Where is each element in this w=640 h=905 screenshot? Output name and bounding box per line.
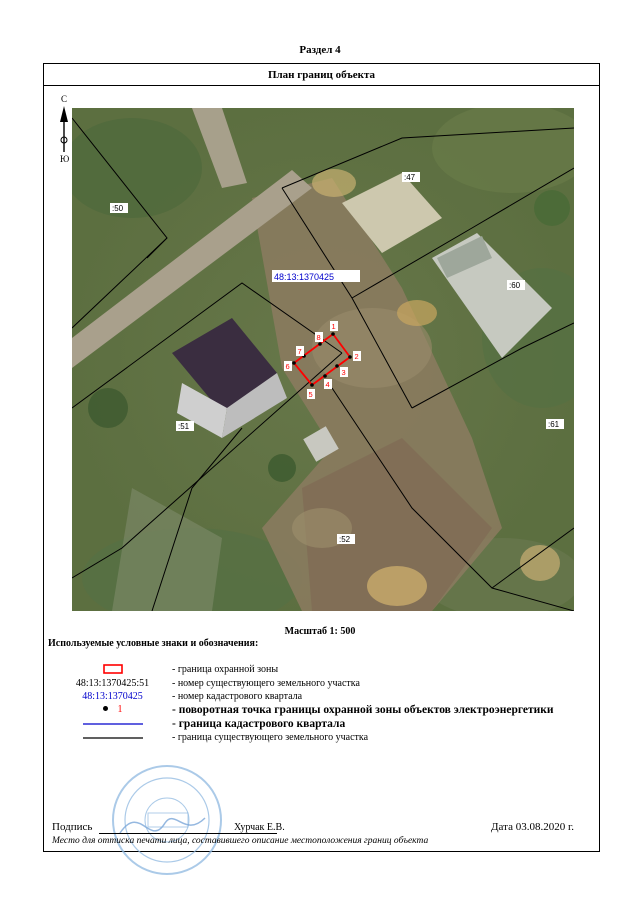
legend-row-block-boundary: - граница кадастрового квартала <box>55 718 595 731</box>
map-scale: Масштаб 1: 500 <box>284 626 356 637</box>
legend-row-parcel-boundary: - граница существующего земельного участ… <box>55 732 595 745</box>
legend-parcel-boundary-symbol <box>55 732 170 745</box>
compass-north-label: С <box>61 94 68 104</box>
legend-zone-desc: - граница охранной зоны <box>172 664 279 675</box>
legend-block-number-symbol: 48:13:1370425 <box>82 691 143 702</box>
legend-title: Используемые условные знаки и обозначени… <box>48 638 259 649</box>
parcel-label-60: :60 <box>509 281 521 290</box>
legend-turning-point-symbol: 1 <box>55 704 170 717</box>
legend-point-number: 1 <box>117 704 123 715</box>
stamp-note: Место для оттиска печати лица, составивш… <box>52 836 429 846</box>
satellite-map: 48:13:1370425 :50 :47 :60 :51 :61 :52 1 … <box>72 108 574 611</box>
legend-parcel-boundary-desc: - граница существующего земельного участ… <box>172 732 369 743</box>
legend-turning-point-desc: - поворотная точка границы охранной зоны… <box>172 704 554 716</box>
signature-line: Подпись Хурчак Е.В. Дата 03.08.2020 г. <box>52 821 582 837</box>
black-line-icon <box>82 737 143 739</box>
point-label-7: 7 <box>298 347 302 356</box>
signature-date: Дата 03.08.2020 г. <box>491 821 574 833</box>
point-label-5: 5 <box>309 390 313 399</box>
point-label-8: 8 <box>317 333 321 342</box>
legend-zone-symbol <box>55 664 170 677</box>
zone-rect-icon <box>102 664 123 674</box>
legend-block-number-desc: - номер кадастрового квартала <box>172 691 303 702</box>
point-label-4: 4 <box>326 380 330 389</box>
parcel-label-52: :52 <box>339 535 351 544</box>
cadastral-block-label: 48:13:1370425 <box>274 272 334 282</box>
parcel-label-50: :50 <box>112 204 124 213</box>
point-label-2: 2 <box>355 352 359 361</box>
legend-row-turning-point: 1 - поворотная точка границы охранной зо… <box>55 704 595 717</box>
parcel-label-61: :61 <box>548 420 560 429</box>
legend-parcel-number-symbol: 48:13:1370425:51 <box>75 678 150 689</box>
point-label-6: 6 <box>286 362 290 371</box>
point-label-3: 3 <box>342 368 346 377</box>
signer-name: Хурчак Е.В. <box>234 822 285 833</box>
legend-row-parcel-number: 48:13:1370425:51 - номер существующего з… <box>55 678 595 691</box>
blue-line-icon <box>82 723 143 725</box>
parcel-label-51: :51 <box>178 422 190 431</box>
compass-south-label: Ю <box>60 154 70 164</box>
signature-label: Подпись <box>52 821 93 833</box>
legend-row-zone: - граница охранной зоны <box>55 664 595 677</box>
plan-title: План границ объекта <box>44 64 599 86</box>
legend-parcel-number-desc: - номер существующего земельного участка <box>172 678 360 689</box>
section-title: Раздел 4 <box>299 44 341 56</box>
point-label-1: 1 <box>332 322 336 331</box>
map-canvas: 48:13:1370425 :50 :47 :60 :51 :61 :52 1 … <box>72 108 574 611</box>
signature-underline <box>99 833 277 834</box>
legend-block-boundary-desc: - граница кадастрового квартала <box>172 718 346 730</box>
legend-block-boundary-symbol <box>55 718 170 731</box>
point-dot-icon <box>102 706 108 711</box>
parcel-label-47: :47 <box>404 173 416 182</box>
legend-row-block-number: 48:13:1370425 - номер кадастрового кварт… <box>55 691 595 704</box>
